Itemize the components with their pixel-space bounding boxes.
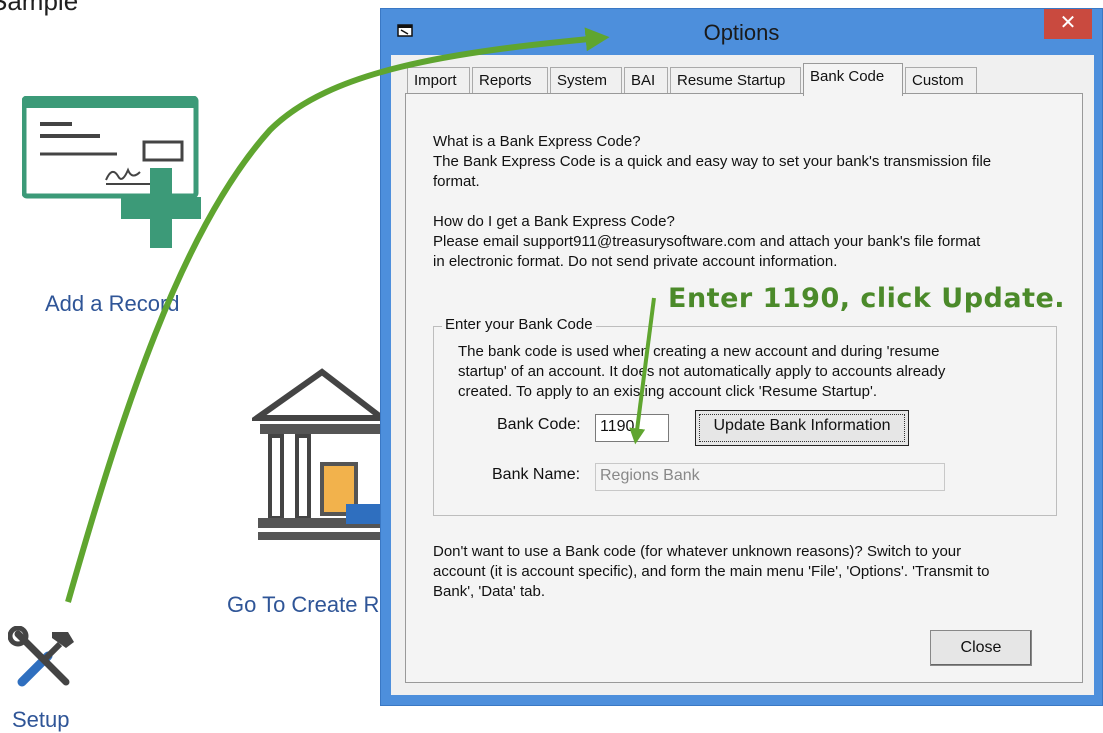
footer-text-2: account (it is account specific), and fo…	[433, 563, 990, 580]
faq-question-2: How do I get a Bank Express Code?	[433, 213, 675, 230]
footer-text-3: Bank', 'Data' tab.	[433, 583, 545, 600]
tab-reports[interactable]: Reports	[472, 67, 548, 95]
bank-code-label: Bank Code:	[497, 416, 581, 433]
bank-code-input[interactable]: 1190	[595, 414, 669, 442]
faq-answer-1a: The Bank Express Code is a quick and eas…	[433, 153, 992, 170]
tab-custom[interactable]: Custom	[905, 67, 977, 95]
add-record-link[interactable]: Add a Record	[45, 291, 180, 317]
update-bank-information-button[interactable]: Update Bank Information	[695, 410, 909, 446]
go-to-create-link[interactable]: Go To Create R	[227, 592, 379, 618]
tab-resume-startup[interactable]: Resume Startup	[670, 67, 801, 95]
faq-answer-1b: format.	[433, 173, 480, 190]
add-record-icon[interactable]	[22, 96, 214, 256]
groupbox-legend: Enter your Bank Code	[442, 316, 596, 333]
group-desc-3: created. To apply to an existing account…	[458, 383, 878, 400]
window-close-button[interactable]: ✕	[1044, 9, 1092, 39]
group-desc-2: startup' of an account. It does not auto…	[458, 363, 946, 380]
dialog-client-area: Import Reports System BAI Resume Startup…	[391, 55, 1094, 695]
tab-import[interactable]: Import	[407, 67, 470, 95]
faq-answer-2b: in electronic format. Do not send privat…	[433, 253, 838, 270]
setup-tools-icon[interactable]	[8, 626, 78, 692]
faq-answer-2a: Please email support911@treasurysoftware…	[433, 233, 981, 250]
faq-question-1: What is a Bank Express Code?	[433, 133, 641, 150]
bank-building-icon[interactable]	[252, 368, 382, 548]
footer-text-1: Don't want to use a Bank code (for whate…	[433, 543, 962, 560]
options-dialog: Options ✕ Import Reports System BAI Resu…	[380, 8, 1103, 706]
tab-system[interactable]: System	[550, 67, 622, 95]
app-title: Sample	[0, 0, 79, 16]
instruction-annotation: Enter 1190, click Update.	[668, 283, 1066, 314]
bank-name-field: Regions Bank	[595, 463, 945, 491]
update-button-label: Update Bank Information	[699, 414, 905, 442]
close-button[interactable]: Close	[930, 630, 1032, 666]
bank-code-panel: What is a Bank Express Code? The Bank Ex…	[405, 93, 1083, 683]
setup-link[interactable]: Setup	[12, 707, 70, 733]
tab-bai[interactable]: BAI	[624, 67, 668, 95]
dialog-titlebar[interactable]: Options ✕	[381, 9, 1102, 55]
tab-bank-code[interactable]: Bank Code	[803, 63, 903, 96]
group-desc-1: The bank code is used when creating a ne…	[458, 343, 940, 360]
bank-name-label: Bank Name:	[492, 466, 581, 483]
dialog-title: Options	[703, 20, 780, 45]
